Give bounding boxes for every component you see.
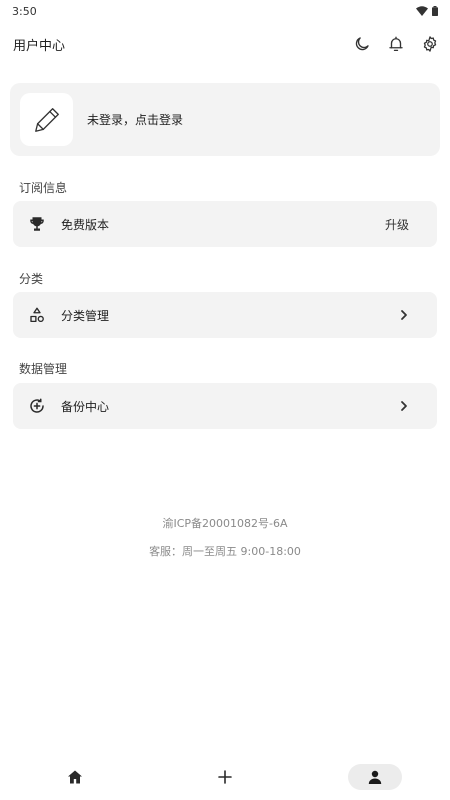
dark-mode-button[interactable]	[350, 32, 374, 56]
plan-label: 免费版本	[61, 217, 110, 232]
battery-icon	[432, 6, 438, 16]
trophy-icon	[30, 217, 44, 231]
bottom-nav	[0, 760, 450, 794]
chevron-right-icon	[401, 310, 407, 320]
user-icon	[368, 770, 382, 784]
section-title-data-management: 数据管理	[19, 362, 68, 376]
status-bar: 3:50	[0, 0, 450, 22]
icp-record[interactable]: 渝ICP备20001082号-6A	[0, 515, 450, 531]
header-actions	[350, 32, 442, 56]
notification-button[interactable]	[384, 32, 408, 56]
status-icons	[416, 6, 438, 16]
login-card[interactable]: 未登录，点击登录	[10, 83, 440, 156]
customer-service-hours: 客服：周一至周五 9:00-18:00	[149, 545, 301, 558]
pencil-icon	[34, 107, 59, 132]
category-management-label: 分类管理	[61, 308, 110, 323]
wifi-icon	[416, 6, 428, 16]
gear-icon	[423, 36, 437, 52]
nav-profile[interactable]	[348, 764, 402, 790]
moon-icon	[355, 37, 369, 51]
category-management-row[interactable]: 分类管理	[13, 292, 437, 338]
login-prompt: 未登录，点击登录	[87, 113, 184, 127]
subscription-row[interactable]: 免费版本 升级	[13, 201, 437, 247]
upgrade-button[interactable]: 升级	[385, 216, 409, 233]
settings-button[interactable]	[418, 32, 442, 56]
nav-add[interactable]	[198, 764, 252, 790]
home-icon	[68, 770, 82, 784]
plus-icon	[218, 770, 232, 784]
backup-icon	[30, 398, 44, 413]
avatar	[20, 93, 73, 146]
nav-home[interactable]	[48, 764, 102, 790]
shapes-icon	[30, 307, 44, 323]
status-time: 3:50	[12, 4, 37, 18]
header: 用户中心	[0, 28, 450, 60]
page-title: 用户中心	[13, 38, 66, 54]
backup-center-label: 备份中心	[61, 399, 110, 414]
bell-icon	[389, 36, 403, 52]
chevron-right-icon	[401, 401, 407, 411]
section-title-subscription: 订阅信息	[19, 181, 68, 195]
backup-center-row[interactable]: 备份中心	[13, 383, 437, 429]
section-title-category: 分类	[19, 272, 44, 286]
